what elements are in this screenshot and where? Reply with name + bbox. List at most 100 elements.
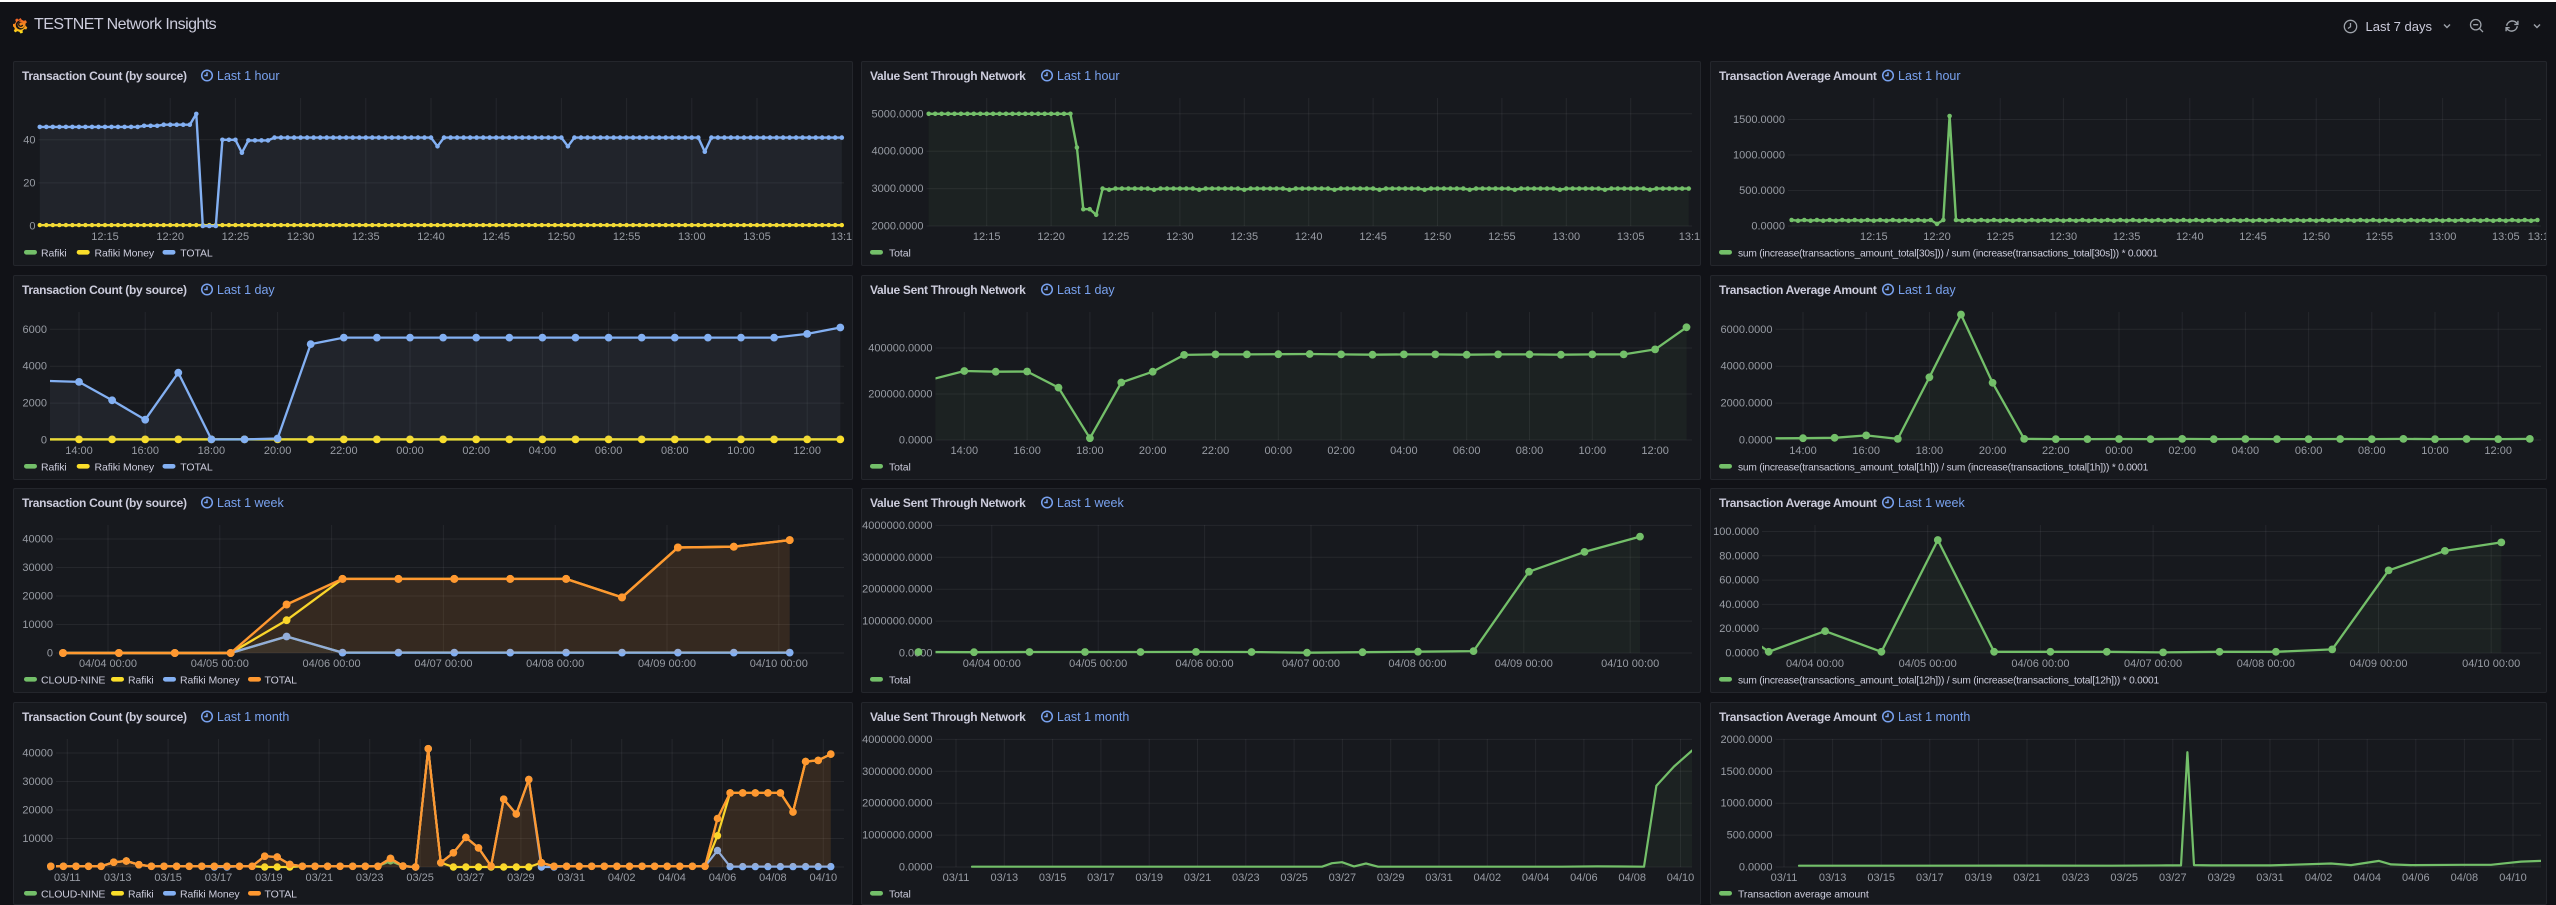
svg-text:04/02: 04/02 <box>607 872 635 884</box>
svg-text:03/23: 03/23 <box>355 872 383 884</box>
svg-text:Last 1 month: Last 1 month <box>1057 710 1129 724</box>
svg-text:16:00: 16:00 <box>1013 445 1041 457</box>
svg-text:13:05: 13:05 <box>743 231 771 243</box>
svg-text:06:00: 06:00 <box>1453 445 1481 457</box>
svg-text:500.0000: 500.0000 <box>1739 185 1785 197</box>
svg-text:Rafiki: Rafiki <box>128 889 154 901</box>
svg-text:0.0000: 0.0000 <box>1738 435 1772 447</box>
svg-text:04/10 00:00: 04/10 00:00 <box>2462 658 2520 670</box>
svg-text:03/21: 03/21 <box>1184 872 1212 884</box>
svg-text:200000.0000: 200000.0000 <box>868 389 932 401</box>
svg-text:6000: 6000 <box>22 324 46 336</box>
svg-text:12:15: 12:15 <box>1860 231 1888 243</box>
svg-text:1000000.0000: 1000000.0000 <box>862 616 932 628</box>
svg-text:Transaction Count (by source): Transaction Count (by source) <box>22 710 187 724</box>
svg-text:Last 1 month: Last 1 month <box>1898 710 1970 724</box>
svg-text:sum (increase(transactions_amo: sum (increase(transactions_amount_total[… <box>1738 676 2159 687</box>
svg-text:02:00: 02:00 <box>1327 445 1355 457</box>
svg-text:03/13: 03/13 <box>1818 872 1846 884</box>
svg-text:03/31: 03/31 <box>557 872 585 884</box>
svg-text:12:40: 12:40 <box>1295 231 1323 243</box>
svg-text:Rafiki: Rafiki <box>128 675 154 687</box>
svg-text:2000000.0000: 2000000.0000 <box>862 584 932 596</box>
svg-text:12:45: 12:45 <box>1359 231 1387 243</box>
svg-text:0.0000: 0.0000 <box>899 435 933 447</box>
svg-text:03/29: 03/29 <box>507 872 535 884</box>
svg-text:Rafiki Money: Rafiki Money <box>180 889 240 901</box>
svg-text:1500.0000: 1500.0000 <box>1720 766 1772 778</box>
svg-text:12:45: 12:45 <box>2239 231 2267 243</box>
svg-text:0: 0 <box>40 435 46 447</box>
svg-text:04/08 00:00: 04/08 00:00 <box>526 658 584 670</box>
svg-text:03/27: 03/27 <box>2159 872 2187 884</box>
svg-text:16:00: 16:00 <box>131 445 159 457</box>
svg-text:04/06: 04/06 <box>708 872 736 884</box>
svg-text:04/06: 04/06 <box>1570 872 1598 884</box>
svg-text:03/15: 03/15 <box>1039 872 1067 884</box>
svg-text:Last 1 day: Last 1 day <box>1898 283 1956 297</box>
svg-text:10:00: 10:00 <box>1579 445 1607 457</box>
svg-text:03/11: 03/11 <box>53 872 80 884</box>
svg-text:03/27: 03/27 <box>1329 872 1357 884</box>
svg-text:12:20: 12:20 <box>1923 231 1951 243</box>
svg-text:03/15: 03/15 <box>1867 872 1895 884</box>
svg-text:03/29: 03/29 <box>2207 872 2235 884</box>
svg-text:sum (increase(transactions_amo: sum (increase(transactions_amount_total[… <box>1738 463 2149 474</box>
svg-text:13:15: 13:15 <box>1679 231 1701 243</box>
svg-text:03/25: 03/25 <box>1280 872 1308 884</box>
svg-text:04/08: 04/08 <box>2450 872 2478 884</box>
svg-text:12:50: 12:50 <box>2302 231 2330 243</box>
svg-text:4000.0000: 4000.0000 <box>872 146 924 158</box>
svg-text:12:35: 12:35 <box>1231 231 1259 243</box>
svg-text:04/04 00:00: 04/04 00:00 <box>963 658 1021 670</box>
svg-text:13:15: 13:15 <box>830 231 852 243</box>
svg-text:04/02: 04/02 <box>2304 872 2332 884</box>
svg-text:1500.0000: 1500.0000 <box>1733 114 1785 126</box>
svg-text:08:00: 08:00 <box>2358 445 2386 457</box>
svg-text:00:00: 00:00 <box>396 445 424 457</box>
svg-text:03/25: 03/25 <box>2110 872 2138 884</box>
svg-text:12:20: 12:20 <box>156 231 184 243</box>
svg-text:03/13: 03/13 <box>103 872 131 884</box>
svg-text:Transaction Average Amount: Transaction Average Amount <box>1719 69 1877 83</box>
svg-text:03/17: 03/17 <box>1916 872 1944 884</box>
svg-text:6000.0000: 6000.0000 <box>1720 324 1772 336</box>
svg-text:1000.0000: 1000.0000 <box>1733 150 1785 162</box>
svg-text:00:00: 00:00 <box>1265 445 1293 457</box>
svg-text:1000000.0000: 1000000.0000 <box>862 830 932 842</box>
svg-text:12:30: 12:30 <box>1166 231 1194 243</box>
svg-text:16:00: 16:00 <box>1852 445 1880 457</box>
svg-text:30000: 30000 <box>22 562 53 574</box>
svg-text:0.0000: 0.0000 <box>899 862 933 874</box>
svg-text:10000: 10000 <box>22 619 53 631</box>
svg-text:03/29: 03/29 <box>1377 872 1405 884</box>
svg-text:02:00: 02:00 <box>2168 445 2196 457</box>
svg-text:Rafiki: Rafiki <box>41 248 67 260</box>
svg-text:04/10 00:00: 04/10 00:00 <box>1601 658 1659 670</box>
svg-text:03/23: 03/23 <box>1232 872 1260 884</box>
svg-text:22:00: 22:00 <box>1202 445 1230 457</box>
svg-text:Last 1 week: Last 1 week <box>1898 496 1965 510</box>
svg-text:04:00: 04:00 <box>528 445 556 457</box>
svg-text:12:55: 12:55 <box>612 231 640 243</box>
svg-text:03/23: 03/23 <box>2061 872 2089 884</box>
svg-text:80.0000: 80.0000 <box>1719 550 1759 562</box>
svg-text:12:55: 12:55 <box>1488 231 1516 243</box>
svg-text:04/06 00:00: 04/06 00:00 <box>302 658 360 670</box>
svg-text:03/27: 03/27 <box>456 872 484 884</box>
svg-text:500.0000: 500.0000 <box>1726 830 1772 842</box>
svg-text:03/21: 03/21 <box>2013 872 2041 884</box>
svg-text:Last 1 hour: Last 1 hour <box>1898 69 1961 83</box>
svg-text:04/05 00:00: 04/05 00:00 <box>1898 658 1956 670</box>
svg-text:2000.0000: 2000.0000 <box>1720 734 1772 746</box>
svg-text:40000: 40000 <box>22 748 53 760</box>
svg-text:12:25: 12:25 <box>221 231 249 243</box>
svg-text:2000000.0000: 2000000.0000 <box>862 798 932 810</box>
svg-text:04/02: 04/02 <box>1474 872 1502 884</box>
svg-text:12:30: 12:30 <box>2049 231 2077 243</box>
svg-text:Last 1 hour: Last 1 hour <box>1057 69 1120 83</box>
svg-text:20:00: 20:00 <box>1978 445 2006 457</box>
svg-text:12:15: 12:15 <box>973 231 1001 243</box>
svg-text:04/04: 04/04 <box>658 872 686 884</box>
svg-text:03/31: 03/31 <box>2256 872 2284 884</box>
